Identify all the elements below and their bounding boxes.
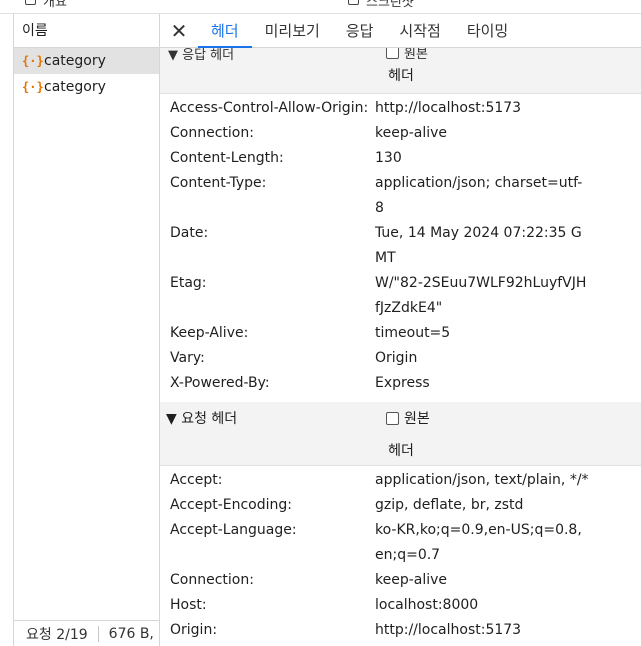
header-name: Keep-Alive: <box>170 325 249 341</box>
header-value: Origin <box>375 350 418 366</box>
header-value: timeout=5 <box>375 325 451 341</box>
raw-checkbox[interactable] <box>386 411 399 425</box>
headers-subtitle: 헤더 <box>388 68 414 84</box>
request-headers-title: ▼ 요청 헤더 원본 헤더 <box>160 402 641 466</box>
screenshot-label: 스크린샷 <box>366 0 414 10</box>
response-headers-list: Access-Control-Allow-Origin: http://local… <box>160 94 641 402</box>
details-panel: ✕ 헤더 미리보기 응답 시작점 타이밍 ▼ 응답 헤더 원본 헤더 Acces… <box>159 14 641 646</box>
header-value: Tue, 14 May 2024 07:22:35 GMT <box>375 225 582 266</box>
header-name: Origin: <box>170 622 218 638</box>
request-headers-toggle[interactable]: ▼ 요청 헤더 <box>166 408 237 428</box>
request-headers-list: Accept: application/json, text/plain, */*… <box>160 466 641 646</box>
request-name: category <box>44 79 106 95</box>
header-name: Date: <box>170 225 209 241</box>
header-row: X-Powered-By: Express <box>160 371 641 396</box>
raw-checkbox[interactable] <box>386 48 399 59</box>
header-value: http://localhost:5173 <box>375 622 522 638</box>
header-row: Access-Control-Allow-Origin: http://local… <box>160 96 641 121</box>
header-name: Content-Length: <box>170 150 284 166</box>
tab-timing[interactable]: 타이밍 <box>454 14 521 47</box>
headers-content: ▼ 응답 헤더 원본 헤더 Access-Control-Allow-Origi… <box>160 48 641 646</box>
status-bar: 요청 2/19 676 B, <box>14 620 160 646</box>
details-tabbar: ✕ 헤더 미리보기 응답 시작점 타이밍 <box>160 14 641 48</box>
raw-label: 원본 <box>404 48 428 62</box>
header-name: X-Powered-By: <box>170 375 270 391</box>
request-count: 요청 2/19 <box>26 626 88 643</box>
header-row: Content-Type: application/json; charset=u… <box>160 171 641 221</box>
overview-checkbox[interactable] <box>25 0 36 5</box>
request-list-panel: 이름 {·} category {·} category 요청 2/19 676… <box>13 14 160 646</box>
header-row: Accept-Encoding: gzip, deflate, br, zstd <box>160 493 641 518</box>
header-row: Keep-Alive: timeout=5 <box>160 321 641 346</box>
header-name: Accept-Language: <box>170 522 297 538</box>
header-value: 130 <box>375 150 402 166</box>
request-raw-toggle[interactable]: 원본 <box>386 408 430 428</box>
header-row: Connection: keep-alive <box>160 568 641 593</box>
header-name: Accept-Encoding: <box>170 497 293 513</box>
header-value: keep-alive <box>375 572 448 588</box>
response-headers-toggle[interactable]: ▼ 응답 헤더 <box>168 48 234 63</box>
name-column-header[interactable]: 이름 <box>14 14 159 48</box>
header-value: keep-alive <box>375 125 448 141</box>
header-row: Vary: Origin <box>160 346 641 371</box>
tab-headers[interactable]: 헤더 <box>198 14 252 48</box>
header-value: ko-KR,ko;q=0.9,en-US;q=0.8,en;q=0.7 <box>375 522 582 563</box>
top-filter-bar: 개요 스크린샷 <box>0 0 641 14</box>
transfer-size: 676 B, <box>108 625 154 642</box>
header-value: http://localhost:5173 <box>375 100 522 116</box>
header-row: Connection: keep-alive <box>160 121 641 146</box>
divider <box>97 625 99 642</box>
raw-label: 원본 <box>404 411 430 427</box>
header-value: application/json; charset=utf-8 <box>375 175 583 216</box>
header-row: Accept: application/json, text/plain, */* <box>160 468 641 493</box>
header-name: Access-Control-Allow-Origin: <box>170 100 369 116</box>
header-name: Etag: <box>170 275 207 291</box>
header-name: Accept: <box>170 472 223 488</box>
header-value: localhost:8000 <box>375 597 479 613</box>
request-name: category <box>44 53 106 69</box>
tab-response[interactable]: 응답 <box>333 14 387 47</box>
response-raw-toggle[interactable]: 원본 <box>386 48 428 62</box>
response-headers-title: ▼ 응답 헤더 원본 헤더 <box>160 48 641 94</box>
request-item[interactable]: {·} category <box>14 74 159 100</box>
screenshot-checkbox[interactable] <box>348 0 359 5</box>
header-name: Host: <box>170 597 207 613</box>
headers-subtitle: 헤더 <box>388 443 414 459</box>
json-icon: {·} <box>22 80 44 94</box>
header-value: Express <box>375 375 430 391</box>
header-value: gzip, deflate, br, zstd <box>375 497 524 513</box>
header-name: Connection: <box>170 572 254 588</box>
header-row: Origin: http://localhost:5173 <box>160 618 641 643</box>
header-value: application/json, text/plain, */* <box>375 472 589 488</box>
header-row: Date: Tue, 14 May 2024 07:22:35 GMT <box>160 221 641 271</box>
request-item[interactable]: {·} category <box>14 48 159 74</box>
overview-label: 개요 <box>43 0 67 10</box>
header-row: Content-Length: 130 <box>160 146 641 171</box>
header-value: W/"82-2SEuu7WLF92hLuyfVJHfJzZdkE4" <box>375 275 587 316</box>
tab-initiator[interactable]: 시작점 <box>386 14 453 47</box>
tab-preview[interactable]: 미리보기 <box>252 14 333 47</box>
close-icon[interactable]: ✕ <box>160 14 198 47</box>
json-icon: {·} <box>22 54 44 68</box>
header-name: Vary: <box>170 350 205 366</box>
header-name: Content-Type: <box>170 175 267 191</box>
header-row: Accept-Language: ko-KR,ko;q=0.9,en-US;q=0… <box>160 518 641 568</box>
header-row: Etag: W/"82-2SEuu7WLF92hLuyfVJHfJzZdkE4" <box>160 271 641 321</box>
header-name: Connection: <box>170 125 254 141</box>
header-row: Host: localhost:8000 <box>160 593 641 618</box>
